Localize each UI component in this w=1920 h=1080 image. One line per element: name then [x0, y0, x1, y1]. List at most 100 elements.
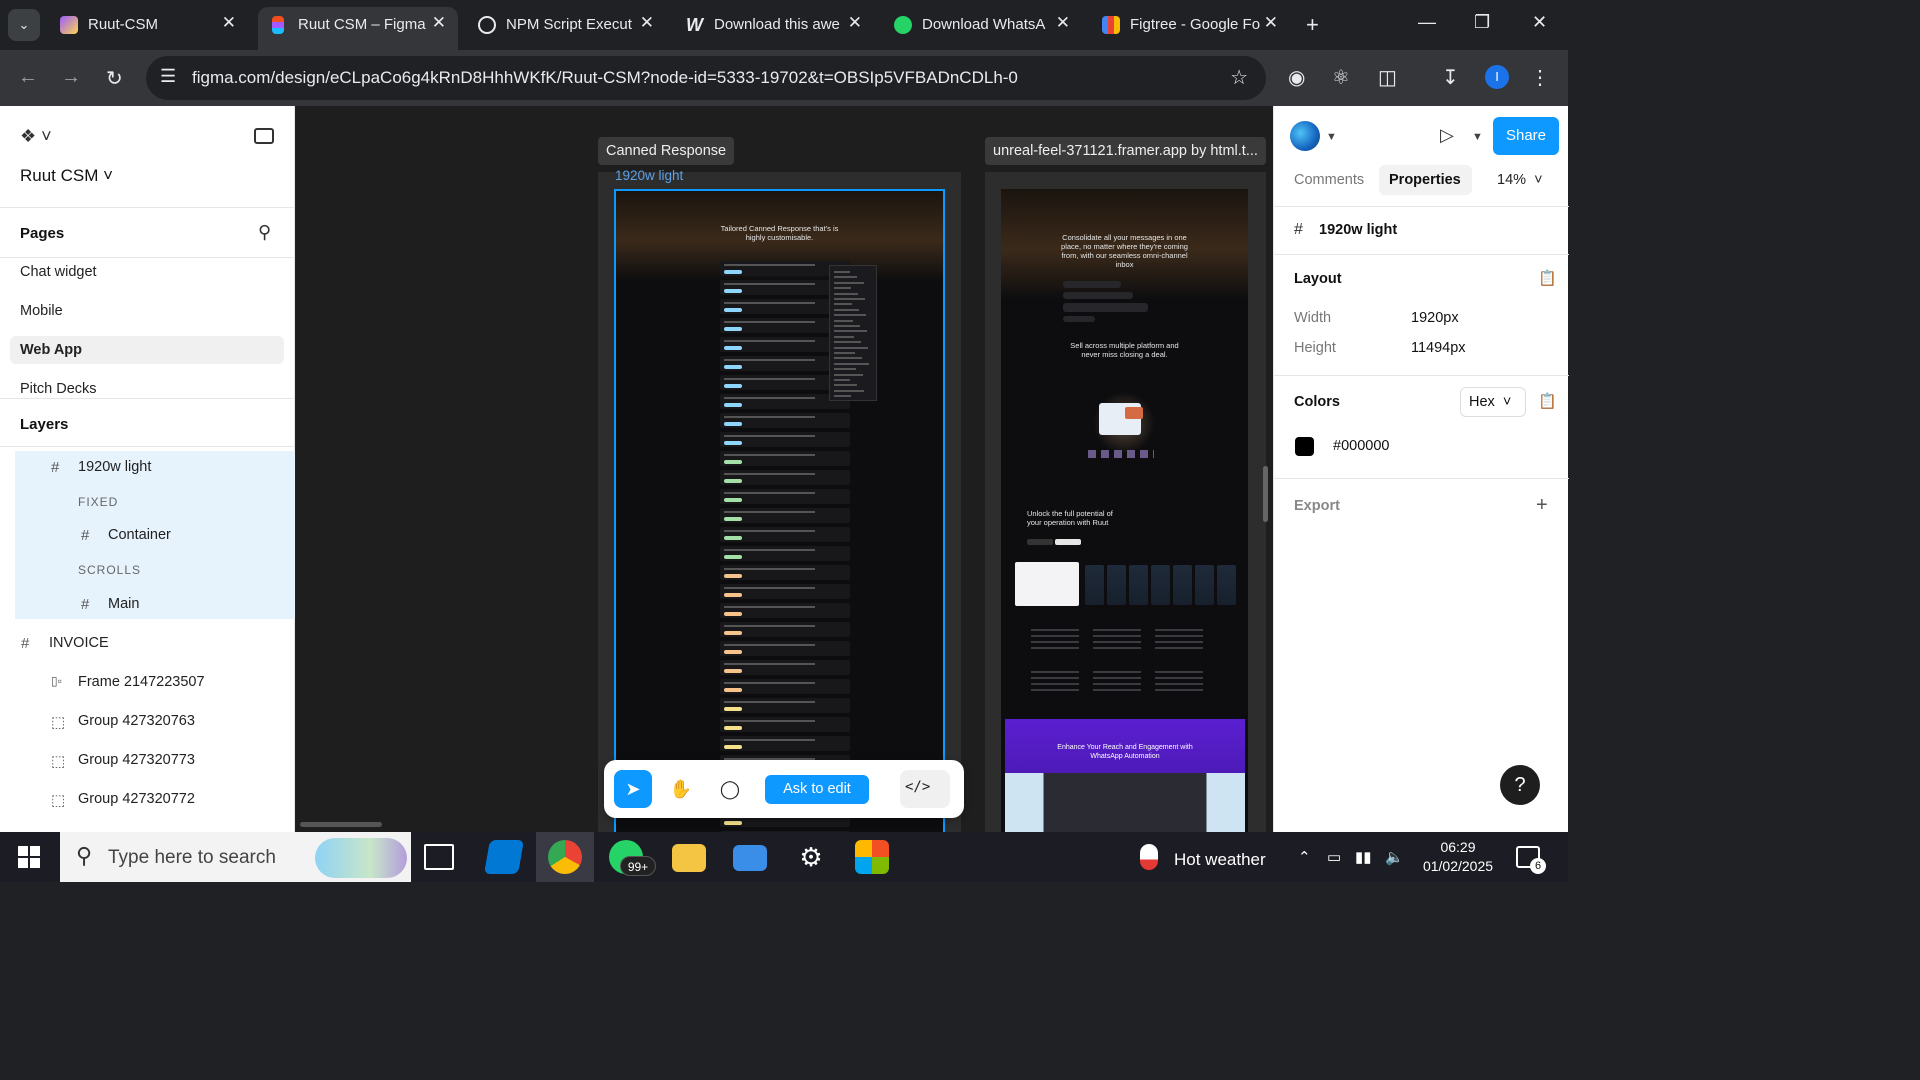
move-tool-icon[interactable]: ➤ [614, 770, 652, 808]
tablet-icon[interactable]: ▭ [1327, 848, 1341, 866]
layer-1920w-light[interactable]: # 1920w light [15, 451, 295, 485]
taskbar-search[interactable]: ⚲ Type here to search [60, 832, 411, 882]
close-tab-icon[interactable]: ✕ [432, 13, 446, 33]
tab-figtree[interactable]: Figtree - Google Fo ✕ [1090, 7, 1290, 43]
chrome-icon[interactable] [548, 840, 582, 874]
tab-comments[interactable]: Comments [1294, 172, 1364, 188]
framer-hero-text: Consolidate all your messages in one pla… [1061, 233, 1188, 269]
color-hex-value[interactable]: #000000 [1333, 438, 1389, 454]
download-icon[interactable]: ↧ [1442, 65, 1459, 90]
layer-frame-2147223507[interactable]: ▯▫ Frame 2147223507 [15, 666, 295, 700]
tab-npm-script[interactable]: NPM Script Execut ✕ [466, 7, 666, 43]
frame-tag-framer-app[interactable]: unreal-feel-371121.framer.app by html.t.… [985, 137, 1266, 165]
tab-properties[interactable]: Properties [1379, 165, 1472, 195]
page-pitch-decks[interactable]: Pitch Decks [20, 381, 97, 397]
hand-tool-icon[interactable]: ✋ [662, 770, 700, 808]
frame-tag-canned-response[interactable]: Canned Response [598, 137, 735, 165]
extensions-puzzle-icon[interactable]: ◫ [1378, 65, 1397, 90]
profile-avatar[interactable]: I [1485, 65, 1509, 89]
present-play-icon[interactable]: ▷ [1440, 125, 1454, 146]
task-view-icon[interactable] [424, 844, 454, 870]
tray-chevron-icon[interactable]: ⌃ [1298, 848, 1311, 866]
feature-cell [1155, 671, 1203, 693]
copy-properties-icon[interactable]: 📋 [1538, 269, 1557, 287]
chevron-down-icon[interactable]: ▼ [1326, 131, 1337, 143]
close-tab-icon[interactable]: ✕ [640, 13, 654, 33]
browser-menu-icon[interactable]: ⋮ [1530, 65, 1550, 90]
extension-circle-icon[interactable]: ◉ [1288, 65, 1305, 90]
page-mobile[interactable]: Mobile [20, 303, 63, 319]
minimize-icon[interactable]: — [1418, 12, 1436, 33]
layer-main[interactable]: # Main [15, 588, 295, 622]
layer-invoice[interactable]: # INVOICE [15, 627, 295, 661]
tab-search-chevron-icon[interactable]: ⌄ [8, 9, 40, 41]
address-bar[interactable]: ☰ figma.com/design/eCLpaCo6g4kRnD8HhhWKf… [146, 56, 1266, 100]
tab-download-awe[interactable]: W Download this awe ✕ [674, 7, 874, 43]
microsoft-store-icon[interactable] [855, 840, 889, 874]
tab-ruut-csm[interactable]: Ruut-CSM ✕ [48, 7, 248, 43]
page-chat-widget[interactable]: Chat widget [20, 264, 97, 280]
tab-ruut-csm-figma[interactable]: Ruut CSM – Figma ✕ [258, 7, 458, 50]
screenshot-thumb [1195, 565, 1214, 605]
close-tab-icon[interactable]: ✕ [1264, 13, 1278, 33]
pages-title: Pages [20, 225, 65, 242]
restore-icon[interactable]: ❐ [1474, 12, 1490, 33]
site-info-icon[interactable]: ☰ [160, 66, 176, 87]
layer-container[interactable]: # Container [15, 519, 295, 553]
new-tab-icon[interactable]: + [1306, 12, 1319, 38]
share-button[interactable]: Share [1493, 117, 1559, 155]
system-clock[interactable]: 06:29 01/02/2025 [1418, 838, 1498, 876]
figma-canvas[interactable]: Canned Response 1920w light Tailored Can… [296, 106, 1273, 832]
canned-response-preview[interactable]: Tailored Canned Response that's is highl… [614, 189, 945, 832]
reload-icon[interactable]: ↻ [106, 66, 123, 91]
canned-response-row [720, 546, 850, 561]
bookmark-star-icon[interactable]: ☆ [1230, 65, 1248, 90]
page-web-app[interactable]: Web App [10, 336, 284, 364]
layer-group-427320772[interactable]: ⬚ Group 427320772 [15, 783, 295, 817]
file-name[interactable]: Ruut CSM ˅ [20, 166, 113, 186]
comment-tool-icon[interactable]: ◯ [711, 770, 749, 808]
figma-menu-icon[interactable]: ❖ ˅ [20, 126, 52, 147]
settings-gear-icon[interactable]: ⚙ [794, 840, 828, 874]
back-icon[interactable]: ← [18, 66, 38, 89]
framer-preview[interactable]: Consolidate all your messages in one pla… [1001, 189, 1248, 832]
volume-icon[interactable]: 🔈 [1385, 848, 1404, 866]
close-tab-icon[interactable]: ✕ [848, 13, 862, 33]
divider [1274, 478, 1569, 479]
layer-group-427320773[interactable]: ⬚ Group 427320773 [15, 744, 295, 778]
file-explorer-icon[interactable] [672, 844, 706, 872]
ask-to-edit-button[interactable]: Ask to edit [765, 775, 869, 804]
horizontal-scrollbar[interactable] [300, 822, 382, 827]
close-tab-icon[interactable]: ✕ [1056, 13, 1070, 33]
dropdown-line [834, 379, 850, 381]
color-format-select[interactable]: Hex ˅ [1460, 387, 1526, 417]
battery-icon[interactable]: ▮▮ [1355, 848, 1372, 866]
react-devtools-icon[interactable]: ⚛ [1332, 65, 1350, 90]
layer-group-427320763[interactable]: ⬚ Group 427320763 [15, 705, 295, 739]
close-tab-icon[interactable]: ✕ [222, 13, 236, 33]
weather-text[interactable]: Hot weather [1174, 850, 1266, 870]
canned-response-row [720, 679, 850, 694]
height-label: Height [1294, 340, 1336, 356]
canvas-scroll-handle[interactable] [1263, 466, 1268, 522]
toggle-sidebar-icon[interactable] [254, 128, 274, 144]
mail-icon[interactable] [733, 845, 767, 871]
color-swatch[interactable] [1295, 437, 1314, 456]
chevron-down-icon[interactable]: ▼ [1472, 131, 1483, 143]
help-button[interactable]: ? [1500, 765, 1540, 805]
windows-start-icon[interactable] [18, 846, 40, 868]
close-window-icon[interactable]: ✕ [1532, 12, 1547, 33]
vscode-icon[interactable] [484, 840, 524, 874]
frame-label-1920w-light[interactable]: 1920w light [615, 168, 683, 183]
chatgpt-icon [478, 16, 496, 34]
forward-icon[interactable]: → [61, 66, 81, 89]
copy-colors-icon[interactable]: 📋 [1538, 392, 1557, 410]
dev-mode-toggle[interactable]: </> [900, 770, 950, 808]
add-export-icon[interactable]: + [1536, 494, 1548, 517]
zoom-level[interactable]: 14% ˅ [1497, 172, 1543, 188]
url-text[interactable]: figma.com/design/eCLpaCo6g4kRnD8HhhWKfK/… [192, 68, 1018, 88]
user-avatar[interactable] [1290, 121, 1320, 151]
windows-taskbar: ⚲ Type here to search ⚙ Hot weather ⌃ ▭ … [0, 832, 1568, 882]
search-icon[interactable]: ⚲ [258, 222, 271, 243]
tab-download-whatsapp[interactable]: Download WhatsA ✕ [882, 7, 1082, 43]
